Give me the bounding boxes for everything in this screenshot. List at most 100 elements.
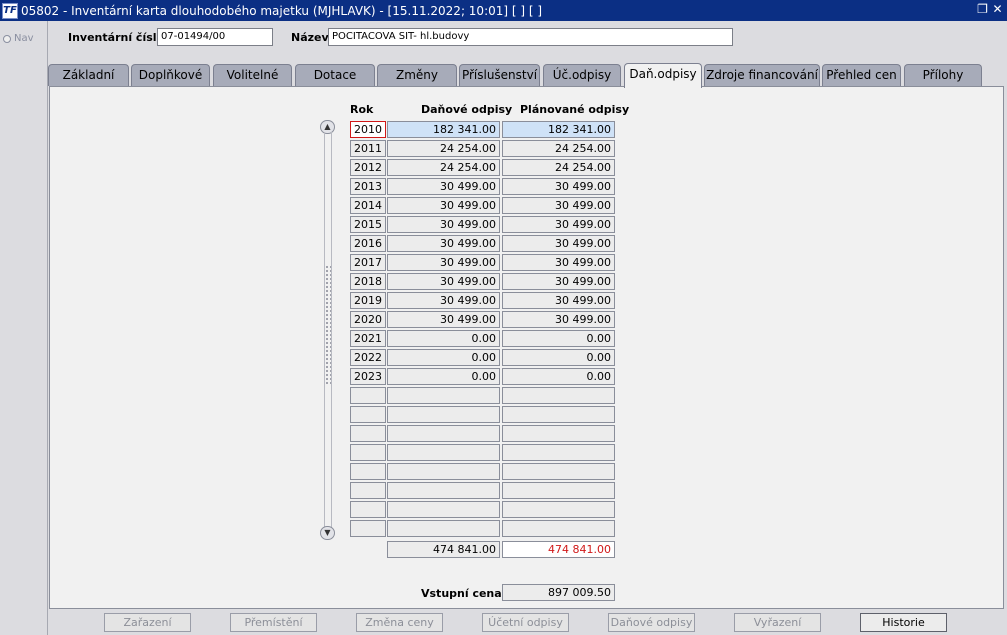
planned-depreciation-cell[interactable]: [502, 387, 615, 404]
tab-3[interactable]: Dotace: [295, 64, 375, 86]
planned-depreciation-cell[interactable]: [502, 425, 615, 442]
tab-1[interactable]: Doplňkové: [131, 64, 210, 86]
year-cell[interactable]: [350, 425, 386, 442]
year-cell[interactable]: 2013: [350, 178, 386, 195]
tab-9[interactable]: Přehled cen: [822, 64, 901, 86]
planned-depreciation-cell[interactable]: 30 499.00: [502, 216, 615, 233]
restore-icon[interactable]: ❐: [976, 2, 989, 17]
year-cell[interactable]: 2012: [350, 159, 386, 176]
col-header-year: Rok: [350, 103, 374, 116]
tab-10[interactable]: Přílohy: [904, 64, 982, 86]
year-cell[interactable]: [350, 444, 386, 461]
planned-depreciation-cell[interactable]: [502, 520, 615, 537]
planned-depreciation-cell[interactable]: [502, 482, 615, 499]
tab-5[interactable]: Příslušenství: [459, 64, 540, 86]
year-cell[interactable]: 2018: [350, 273, 386, 290]
tab-8[interactable]: Zdroje financování: [704, 64, 820, 86]
tax-depreciation-cell[interactable]: 30 499.00: [387, 311, 500, 328]
year-cell[interactable]: 2016: [350, 235, 386, 252]
planned-depreciation-cell[interactable]: 30 499.00: [502, 235, 615, 252]
year-cell[interactable]: 2011: [350, 140, 386, 157]
planned-depreciation-cell[interactable]: [502, 406, 615, 423]
year-cell[interactable]: 2019: [350, 292, 386, 309]
year-cell[interactable]: 2014: [350, 197, 386, 214]
action-button-1[interactable]: Přemístění: [230, 613, 317, 632]
nav-label: Nav: [14, 33, 34, 44]
tax-depreciation-cell[interactable]: [387, 520, 500, 537]
tab-2[interactable]: Volitelné: [213, 64, 292, 86]
tax-depreciation-cell[interactable]: 30 499.00: [387, 273, 500, 290]
year-cell[interactable]: [350, 482, 386, 499]
planned-depreciation-cell[interactable]: 0.00: [502, 330, 615, 347]
tax-depreciation-cell[interactable]: [387, 444, 500, 461]
action-button-6[interactable]: Historie: [860, 613, 947, 632]
action-button-2[interactable]: Změna ceny: [356, 613, 443, 632]
inventory-number-field[interactable]: 07-01494/00: [157, 28, 273, 46]
tab-7[interactable]: Daň.odpisy: [624, 63, 702, 88]
planned-depreciation-cell[interactable]: [502, 501, 615, 518]
action-button-4[interactable]: Daňové odpisy: [608, 613, 695, 632]
tax-depreciation-cell[interactable]: 30 499.00: [387, 216, 500, 233]
tax-depreciation-cell[interactable]: 0.00: [387, 349, 500, 366]
tax-depreciation-cell[interactable]: 30 499.00: [387, 197, 500, 214]
tax-depreciation-cell[interactable]: 182 341.00: [387, 121, 500, 138]
planned-depreciation-cell[interactable]: 30 499.00: [502, 273, 615, 290]
tax-depreciation-cell[interactable]: 0.00: [387, 368, 500, 385]
planned-depreciation-cell[interactable]: 30 499.00: [502, 311, 615, 328]
year-cell[interactable]: 2023: [350, 368, 386, 385]
col-header-tax: Daňové odpisy: [421, 103, 513, 116]
planned-depreciation-cell[interactable]: 0.00: [502, 368, 615, 385]
tab-4[interactable]: Změny: [377, 64, 457, 86]
scroll-grip-icon[interactable]: [325, 265, 331, 385]
year-cell[interactable]: 2017: [350, 254, 386, 271]
planned-depreciation-cell[interactable]: 30 499.00: [502, 254, 615, 271]
name-field[interactable]: POCITACOVA SIT- hl.budovy: [328, 28, 733, 46]
tax-depreciation-cell[interactable]: 30 499.00: [387, 254, 500, 271]
tax-depreciation-cell[interactable]: [387, 425, 500, 442]
tax-depreciation-cell[interactable]: [387, 501, 500, 518]
tax-depreciation-cell[interactable]: 30 499.00: [387, 235, 500, 252]
planned-depreciation-cell[interactable]: 30 499.00: [502, 292, 615, 309]
tax-depreciation-cell[interactable]: 24 254.00: [387, 159, 500, 176]
year-cell[interactable]: [350, 406, 386, 423]
total-planned-cell: 474 841.00: [502, 541, 615, 558]
tax-depreciation-cell[interactable]: 24 254.00: [387, 140, 500, 157]
year-cell[interactable]: 2022: [350, 349, 386, 366]
tax-depreciation-cell[interactable]: [387, 463, 500, 480]
tax-depreciation-cell[interactable]: 30 499.00: [387, 178, 500, 195]
planned-depreciation-cell[interactable]: 24 254.00: [502, 159, 615, 176]
tax-depreciation-cell[interactable]: [387, 387, 500, 404]
tax-depreciation-cell[interactable]: [387, 406, 500, 423]
title-bar: TF 05802 - Inventární karta dlouhodobého…: [0, 0, 1007, 21]
planned-depreciation-cell[interactable]: 0.00: [502, 349, 615, 366]
year-cell[interactable]: 2020: [350, 311, 386, 328]
planned-depreciation-cell[interactable]: 30 499.00: [502, 197, 615, 214]
close-icon[interactable]: ✕: [991, 2, 1004, 17]
planned-depreciation-cell[interactable]: [502, 463, 615, 480]
year-cell[interactable]: [350, 463, 386, 480]
tab-6[interactable]: Úč.odpisy: [543, 64, 621, 86]
table-scrollbar[interactable]: ▲ ▼: [320, 120, 336, 542]
year-cell[interactable]: [350, 387, 386, 404]
total-tax-cell: 474 841.00: [387, 541, 500, 558]
action-button-3[interactable]: Účetní odpisy: [482, 613, 569, 632]
action-button-0[interactable]: Zařazení: [104, 613, 191, 632]
app-icon: TF: [2, 2, 18, 19]
planned-depreciation-cell[interactable]: 182 341.00: [502, 121, 615, 138]
year-cell[interactable]: 2010: [350, 121, 386, 138]
tax-depreciation-cell[interactable]: 30 499.00: [387, 292, 500, 309]
planned-depreciation-cell[interactable]: 30 499.00: [502, 178, 615, 195]
action-button-5[interactable]: Vyřazení: [734, 613, 821, 632]
scroll-down-icon[interactable]: ▼: [320, 526, 335, 540]
nav-toggle[interactable]: Nav: [3, 33, 34, 44]
window-title: 05802 - Inventární karta dlouhodobého ma…: [21, 3, 543, 18]
year-cell[interactable]: [350, 501, 386, 518]
year-cell[interactable]: [350, 520, 386, 537]
planned-depreciation-cell[interactable]: 24 254.00: [502, 140, 615, 157]
tab-0[interactable]: Základní: [48, 64, 129, 86]
tax-depreciation-cell[interactable]: 0.00: [387, 330, 500, 347]
planned-depreciation-cell[interactable]: [502, 444, 615, 461]
year-cell[interactable]: 2015: [350, 216, 386, 233]
year-cell[interactable]: 2021: [350, 330, 386, 347]
tax-depreciation-cell[interactable]: [387, 482, 500, 499]
